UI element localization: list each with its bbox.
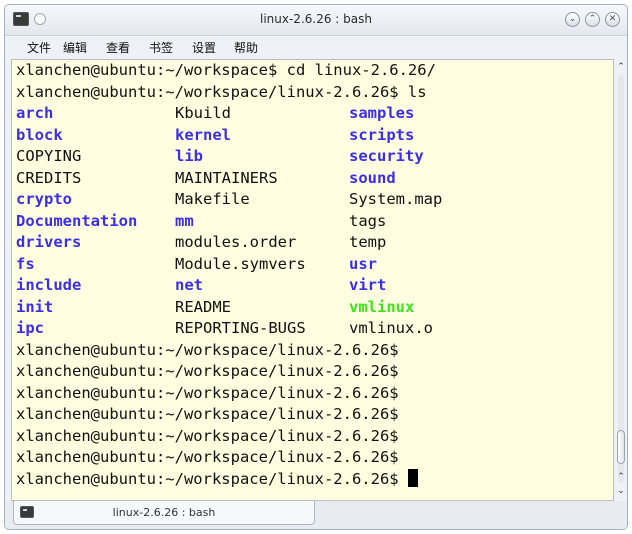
file-entry: REPORTING-BUGS — [175, 319, 306, 337]
directory-entry: block — [16, 125, 63, 144]
tab-bar: linux-2.6.26 : bash — [5, 501, 627, 529]
vertical-scrollbar[interactable]: ⌃ ⌃ ⌄ — [615, 59, 627, 501]
file-entry: COPYING — [16, 147, 82, 165]
file-entry: MAINTAINERS — [175, 168, 278, 187]
menu-settings[interactable]: 设置 — [192, 39, 216, 56]
file-entry: System.map — [349, 190, 443, 208]
directory-entry: virt — [349, 276, 387, 294]
close-icon[interactable]: ✕ — [605, 12, 620, 27]
tab-label: linux-2.6.26 : bash — [112, 506, 216, 519]
scroll-down-icon[interactable]: ⌄ — [615, 485, 627, 497]
file-entry: Module.symvers — [175, 254, 306, 273]
directory-entry: fs — [16, 254, 35, 273]
terminal-output[interactable]: xlanchen@ubuntu:~/workspace$ cd linux-2.… — [11, 59, 614, 501]
directory-entry: ipc — [16, 319, 44, 337]
directory-entry: net — [175, 276, 203, 294]
executable-entry: vmlinux — [349, 297, 415, 316]
directory-entry: init — [16, 297, 54, 316]
directory-entry: lib — [175, 147, 203, 165]
terminal-line: xlanchen@ubuntu:~/workspace/linux-2.6.26… — [16, 448, 399, 466]
terminal-line: xlanchen@ubuntu:~/workspace/linux-2.6.26… — [16, 383, 399, 402]
directory-entry: security — [349, 147, 424, 165]
directory-entry: mm — [175, 211, 194, 230]
directory-entry: sound — [349, 168, 396, 187]
terminal-line: xlanchen@ubuntu:~/workspace/linux-2.6.26… — [16, 340, 399, 359]
directory-entry: usr — [349, 254, 377, 273]
terminal-window: linux-2.6.26 : bash ⌄ ⌃ ✕ 文件 编辑 查看 书签 设置… — [4, 4, 628, 530]
file-entry: modules.order — [175, 233, 297, 251]
directory-entry: crypto — [16, 190, 72, 208]
maximize-icon[interactable]: ⌃ — [585, 12, 600, 27]
terminal-line: xlanchen@ubuntu:~/workspace/linux-2.6.26… — [16, 82, 427, 101]
file-entry: README — [175, 297, 231, 316]
scroll-track[interactable] — [618, 75, 624, 483]
menu-bookmarks[interactable]: 书签 — [149, 39, 173, 56]
terminal-line: xlanchen@ubuntu:~/workspace$ cd linux-2.… — [16, 61, 436, 79]
current-prompt-line[interactable]: xlanchen@ubuntu:~/workspace/linux-2.6.26… — [16, 468, 418, 489]
file-entry: Makefile — [175, 190, 250, 208]
scroll-thumb[interactable] — [617, 430, 625, 464]
file-entry: vmlinux.o — [349, 319, 433, 337]
directory-entry: scripts — [349, 125, 415, 144]
window-title: linux-2.6.26 : bash — [260, 12, 372, 26]
file-entry: CREDITS — [16, 168, 82, 187]
menu-bar: 文件 编辑 查看 书签 设置 帮助 — [5, 36, 627, 58]
directory-entry: Documentation — [16, 211, 138, 230]
text-cursor — [407, 468, 418, 487]
directory-entry: kernel — [175, 125, 231, 144]
menu-file[interactable]: 文件 — [27, 39, 51, 56]
directory-entry: arch — [16, 104, 54, 122]
scroll-up-icon[interactable]: ⌃ — [615, 471, 627, 483]
minimize-icon[interactable]: ⌄ — [565, 12, 580, 27]
terminal-line: xlanchen@ubuntu:~/workspace/linux-2.6.26… — [16, 405, 399, 423]
menu-help[interactable]: 帮助 — [234, 39, 258, 56]
file-entry: temp — [349, 233, 387, 251]
scroll-up-icon[interactable]: ⌃ — [615, 61, 627, 73]
directory-entry: include — [16, 276, 82, 294]
prompt-text: xlanchen@ubuntu:~/workspace/linux-2.6.26… — [16, 469, 408, 488]
menu-view[interactable]: 查看 — [106, 39, 130, 56]
terminal-line: xlanchen@ubuntu:~/workspace/linux-2.6.26… — [16, 426, 399, 445]
file-entry: tags — [349, 211, 387, 230]
directory-entry: samples — [349, 104, 415, 122]
tab-bash[interactable]: linux-2.6.26 : bash — [13, 501, 315, 525]
title-bar[interactable]: linux-2.6.26 : bash ⌄ ⌃ ✕ — [5, 5, 627, 36]
directory-entry: drivers — [16, 233, 82, 251]
file-entry: Kbuild — [175, 104, 231, 122]
terminal-line: xlanchen@ubuntu:~/workspace/linux-2.6.26… — [16, 362, 399, 380]
menu-edit[interactable]: 编辑 — [63, 39, 87, 56]
